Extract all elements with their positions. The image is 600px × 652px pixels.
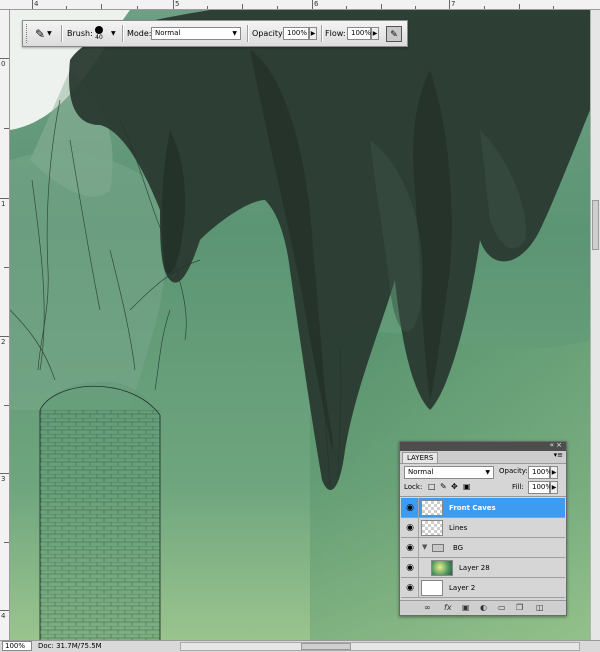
brush-tool-icon: ✎ — [35, 26, 46, 41]
layer-row-bg-group[interactable]: ◉ ▼ BG — [401, 538, 565, 558]
fill-label: Fill: — [512, 483, 524, 491]
left-ruler[interactable]: 0 1 2 3 4 — [0, 10, 10, 640]
mode-select-value: Normal — [155, 29, 181, 37]
zoom-level-field[interactable]: 100% — [2, 641, 32, 651]
chevron-right-icon: ▶ — [372, 30, 378, 37]
layer-row-lines[interactable]: ◉ Lines — [401, 518, 565, 538]
layer-row-layer-2[interactable]: ◉ Layer 2 — [401, 578, 565, 598]
layer-opacity-label: Opacity: — [499, 467, 528, 475]
layer-thumbnail — [421, 520, 443, 536]
tool-preset-picker[interactable]: ✎ ▼ — [35, 21, 52, 46]
panel-title-bar[interactable]: « × — [400, 441, 566, 451]
tab-layers[interactable]: LAYERS — [402, 452, 439, 463]
chevron-right-icon: ▶ — [310, 30, 316, 37]
mode-select[interactable]: Normal ▼ — [151, 21, 241, 46]
opacity-slider-button[interactable]: ▶ — [309, 27, 317, 40]
lock-label: Lock: — [404, 483, 423, 491]
fill-slider-button[interactable]: ▶ — [550, 481, 558, 494]
layer-name: Front Caves — [449, 504, 496, 512]
brush-label: Brush: — [67, 29, 93, 38]
chevron-right-icon: ▶ — [551, 484, 557, 491]
status-bar: 100% Doc: 31.7M/75.5M — [0, 640, 600, 652]
collapse-icon[interactable]: « × — [550, 441, 562, 449]
ruler-number: 3 — [1, 475, 6, 483]
ruler-number: 5 — [175, 0, 180, 8]
new-layer-icon[interactable]: ❐ — [516, 603, 523, 613]
layer-opacity-slider-button[interactable]: ▶ — [550, 466, 558, 479]
brush-picker-button[interactable]: ▼ — [111, 21, 116, 46]
layer-thumbnail — [421, 580, 443, 596]
fill-input[interactable]: 100% — [528, 481, 552, 494]
link-layers-icon[interactable]: ∞ — [424, 603, 431, 613]
layer-thumbnail — [421, 500, 443, 516]
flow-input[interactable]: 100% — [347, 21, 371, 46]
layers-panel: « × LAYERS ▾≡ Normal ▼ Opacity: 100% ▶ L… — [399, 441, 567, 616]
ruler-number: 6 — [314, 0, 319, 8]
folder-icon — [432, 544, 444, 552]
layer-row-layer-28[interactable]: ◉ Layer 28 — [401, 558, 565, 578]
eye-icon[interactable]: ◉ — [403, 501, 417, 515]
top-ruler[interactable]: 4 5 6 7 — [0, 0, 600, 10]
airbrush-icon: ✎ — [386, 25, 402, 42]
opacity-value: 100% — [283, 27, 309, 40]
opacity-input[interactable]: 100% — [283, 21, 309, 46]
add-mask-icon[interactable]: ▣ — [462, 603, 470, 613]
tool-options-bar: ✎ ▼ Brush: 40 ▼ Mode: Normal ▼ Opacity: … — [22, 20, 408, 47]
brush-size: 40 — [95, 34, 103, 41]
vertical-scrollbar[interactable] — [590, 10, 600, 640]
layer-opacity-input[interactable]: 100% — [528, 466, 552, 479]
ruler-number: 1 — [1, 200, 6, 208]
blend-mode-select[interactable]: Normal ▼ — [404, 466, 494, 479]
opacity-label: Opacity: — [252, 29, 285, 38]
layer-name: Layer 2 — [449, 584, 476, 592]
chevron-down-icon: ▼ — [111, 30, 116, 37]
layer-name: Lines — [449, 524, 468, 532]
ruler-number: 7 — [451, 0, 456, 8]
chevron-down-icon: ▼ — [47, 30, 52, 37]
layer-name: Layer 28 — [459, 564, 490, 572]
lock-all-icon[interactable]: ▣ — [463, 482, 471, 491]
lock-transparent-icon[interactable]: □ — [428, 482, 436, 491]
brush-dot-icon — [95, 26, 103, 34]
lock-position-icon[interactable]: ✥ — [451, 482, 458, 491]
layers-bottom-toolbar: ∞ fx ▣ ◐ ▭ ❐ ◫ — [400, 600, 566, 615]
ruler-number: 4 — [34, 0, 39, 8]
trash-icon[interactable]: ◫ — [536, 603, 544, 613]
flow-value: 100% — [347, 27, 371, 40]
flow-label: Flow: — [325, 29, 346, 38]
options-bar-grip[interactable] — [26, 24, 30, 43]
eye-icon[interactable]: ◉ — [403, 541, 417, 555]
chevron-down-icon: ▼ — [485, 469, 490, 476]
chevron-down-icon: ▼ — [232, 30, 237, 37]
vertical-scroll-thumb[interactable] — [592, 200, 599, 250]
blend-mode-value: Normal — [408, 468, 434, 476]
chevron-right-icon: ▶ — [551, 469, 557, 476]
adjustment-layer-icon[interactable]: ◐ — [480, 603, 487, 613]
brush-preview[interactable]: 40 — [95, 21, 103, 46]
layer-thumbnail — [431, 560, 453, 576]
lock-image-icon[interactable]: ✎ — [440, 482, 447, 491]
document-size[interactable]: Doc: 31.7M/75.5M — [38, 641, 102, 652]
panel-menu-icon[interactable]: ▾≡ — [554, 451, 563, 459]
mode-label: Mode: — [127, 29, 152, 38]
ruler-number: 2 — [1, 338, 6, 346]
eye-icon[interactable]: ◉ — [403, 581, 417, 595]
expand-arrow-icon[interactable]: ▼ — [422, 543, 427, 551]
layer-style-icon[interactable]: fx — [444, 603, 452, 613]
eye-icon[interactable]: ◉ — [403, 521, 417, 535]
ruler-number: 4 — [1, 612, 6, 620]
horizontal-scroll-thumb[interactable] — [301, 643, 351, 650]
layer-row-front-caves[interactable]: ◉ Front Caves — [401, 498, 565, 518]
horizontal-scrollbar[interactable] — [180, 642, 580, 651]
eye-icon[interactable]: ◉ — [403, 561, 417, 575]
ruler-number: 0 — [1, 60, 6, 68]
new-group-icon[interactable]: ▭ — [498, 603, 506, 613]
airbrush-toggle[interactable]: ✎ — [386, 21, 402, 46]
flow-slider-button[interactable]: ▶ — [371, 27, 379, 40]
layer-name: BG — [453, 544, 464, 552]
